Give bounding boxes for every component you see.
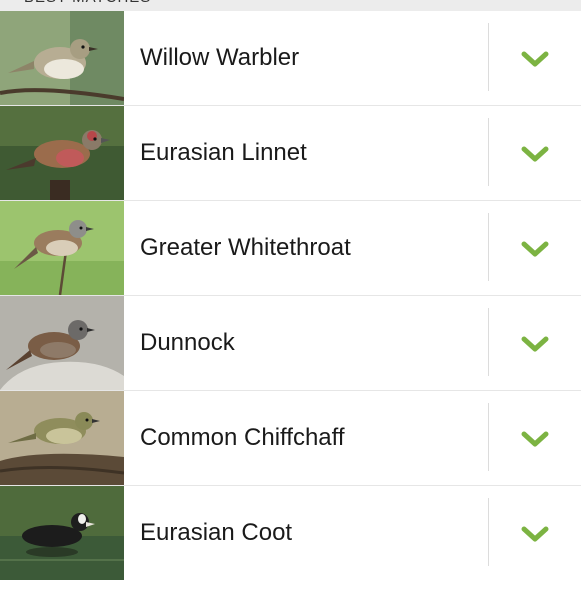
list-item[interactable]: Dunnock [0,296,581,391]
expand-button[interactable] [489,296,581,390]
chevron-down-icon [521,431,549,447]
list-item[interactable]: Willow Warbler [0,11,581,106]
chevron-down-icon [521,336,549,352]
bird-photo [0,296,124,390]
bird-name: Common Chiffchaff [140,424,345,451]
bird-name: Dunnock [140,329,235,356]
list-item[interactable]: Greater Whitethroat [0,201,581,296]
bird-photo [0,486,124,580]
bird-photo [0,391,124,485]
bird-name: Eurasian Linnet [140,139,307,166]
bird-match-list: Willow Warbler Eurasian Linnet Greater W… [0,11,581,581]
bird-photo [0,201,124,295]
list-item[interactable]: Eurasian Linnet [0,106,581,201]
list-item[interactable]: Common Chiffchaff [0,391,581,486]
expand-button[interactable] [489,201,581,295]
chevron-down-icon [521,241,549,257]
chevron-down-icon [521,526,549,542]
section-header: BEST MATCHES [0,0,581,11]
bird-name: Willow Warbler [140,44,300,71]
bird-name: Eurasian Coot [140,519,293,546]
chevron-down-icon [521,146,549,162]
list-item[interactable]: Eurasian Coot [0,486,581,581]
expand-button[interactable] [489,391,581,485]
bird-name: Greater Whitethroat [140,234,351,261]
bird-photo [0,11,124,105]
expand-button[interactable] [489,486,581,580]
expand-button[interactable] [489,106,581,200]
section-header-label: BEST MATCHES [24,0,151,8]
expand-button[interactable] [489,11,581,105]
bird-photo [0,106,124,200]
chevron-down-icon [521,51,549,67]
